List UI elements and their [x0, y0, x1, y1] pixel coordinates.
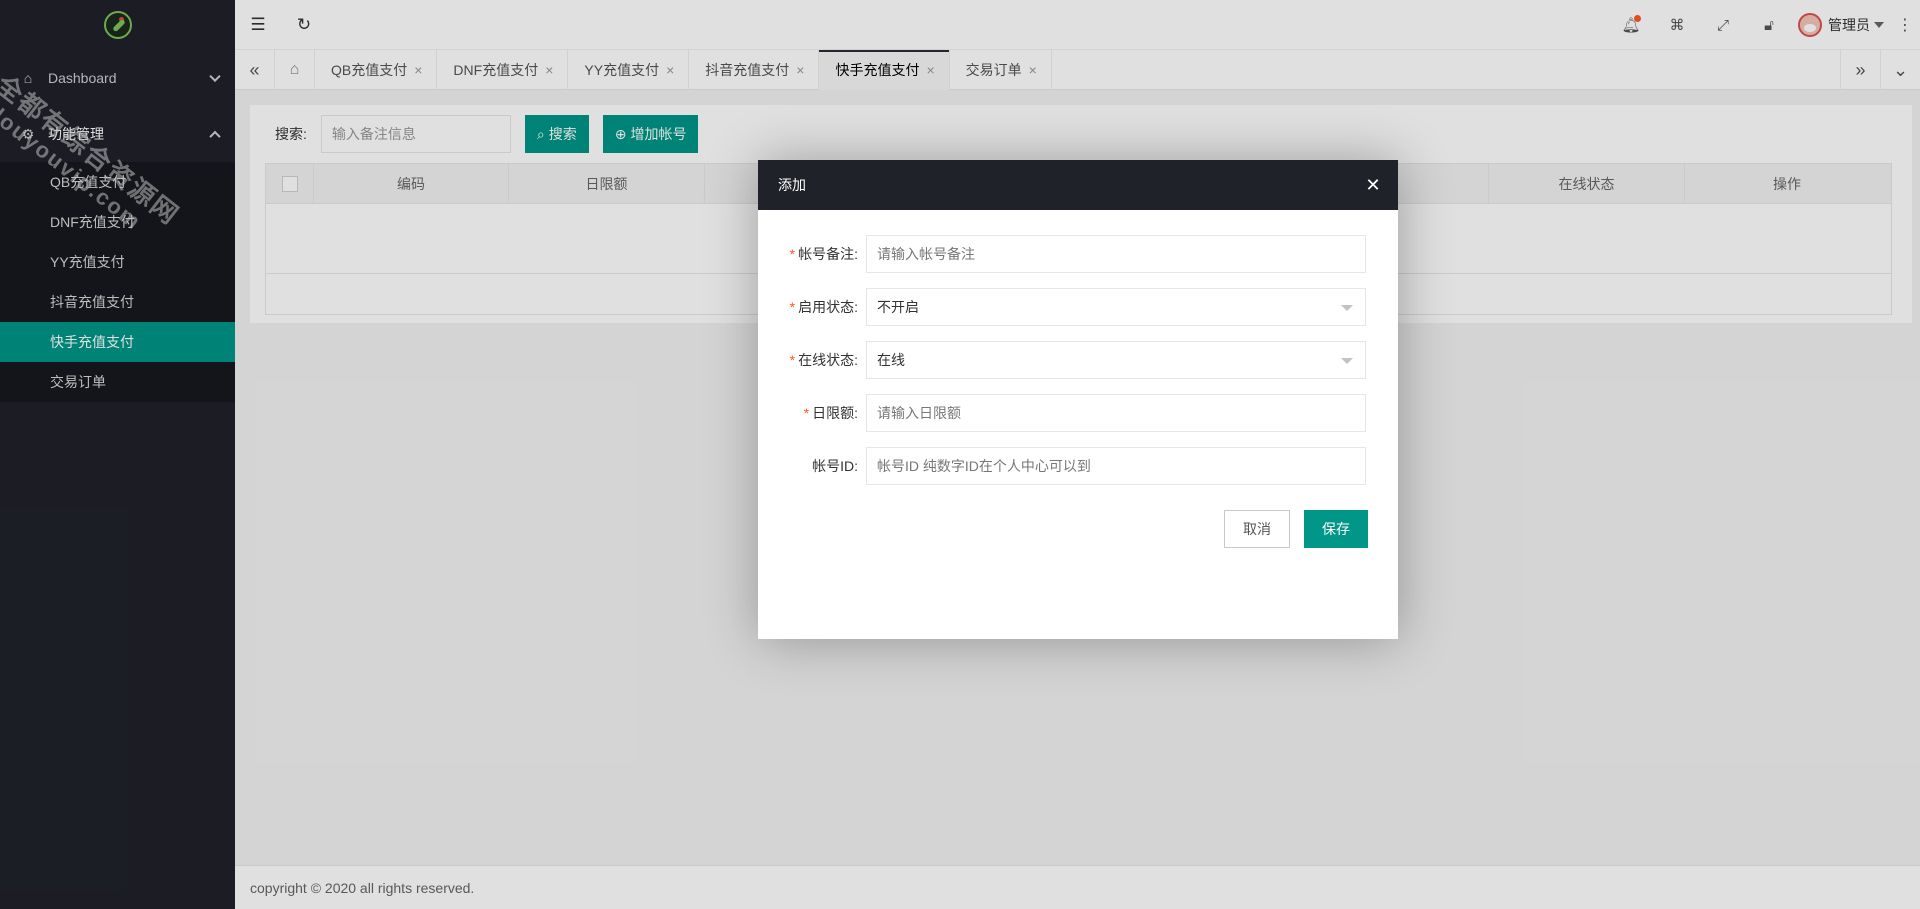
field-label: * 日限额:: [758, 403, 866, 423]
add-form: *帐号备注: *启用状态: 不开启 *在线状态: 在线 *日限额: 帐号ID:: [758, 235, 1398, 500]
dropdown-arrow-icon: [1341, 358, 1353, 364]
label-text: 在线状态:: [798, 352, 858, 368]
required-mark: *: [789, 352, 796, 368]
field-label: * 帐号备注:: [758, 244, 866, 264]
field-label: * 在线状态:: [758, 350, 866, 370]
required-mark: *: [803, 405, 810, 421]
dialog-actions: 取消 保存: [1224, 510, 1368, 548]
label-text: 日限额:: [812, 405, 858, 421]
account-remark-input[interactable]: [866, 235, 1366, 273]
cancel-button[interactable]: 取消: [1224, 510, 1290, 548]
form-row-online-status: * 在线状态: 在线: [758, 341, 1398, 379]
online-status-select[interactable]: 在线: [866, 341, 1366, 379]
select-value: 在线: [877, 352, 905, 368]
select-value: 不开启: [877, 299, 919, 315]
form-row-enable-status: * 启用状态: 不开启: [758, 288, 1398, 326]
label-text: 启用状态:: [798, 299, 858, 315]
add-dialog: 添加 ✕ *帐号备注: *启用状态: 不开启 *在线状态: 在线 *日限额:: [758, 160, 1398, 639]
required-mark: *: [789, 299, 796, 315]
enable-status-select[interactable]: 不开启: [866, 288, 1366, 326]
dropdown-arrow-icon: [1341, 305, 1353, 311]
form-row-account-id: 帐号ID:: [758, 447, 1398, 485]
dialog-title: 添加: [778, 177, 806, 193]
save-button[interactable]: 保存: [1304, 510, 1368, 548]
required-mark: *: [789, 246, 796, 262]
close-icon[interactable]: ✕: [1362, 160, 1384, 210]
account-id-input[interactable]: [866, 447, 1366, 485]
form-row-remark: * 帐号备注:: [758, 235, 1398, 273]
form-row-daily-limit: * 日限额:: [758, 394, 1398, 432]
daily-limit-input[interactable]: [866, 394, 1366, 432]
field-label: 帐号ID:: [758, 456, 866, 476]
label-text: 帐号ID:: [812, 458, 858, 474]
label-text: 帐号备注:: [798, 246, 858, 262]
dialog-header: 添加 ✕: [758, 160, 1398, 210]
field-label: * 启用状态:: [758, 297, 866, 317]
